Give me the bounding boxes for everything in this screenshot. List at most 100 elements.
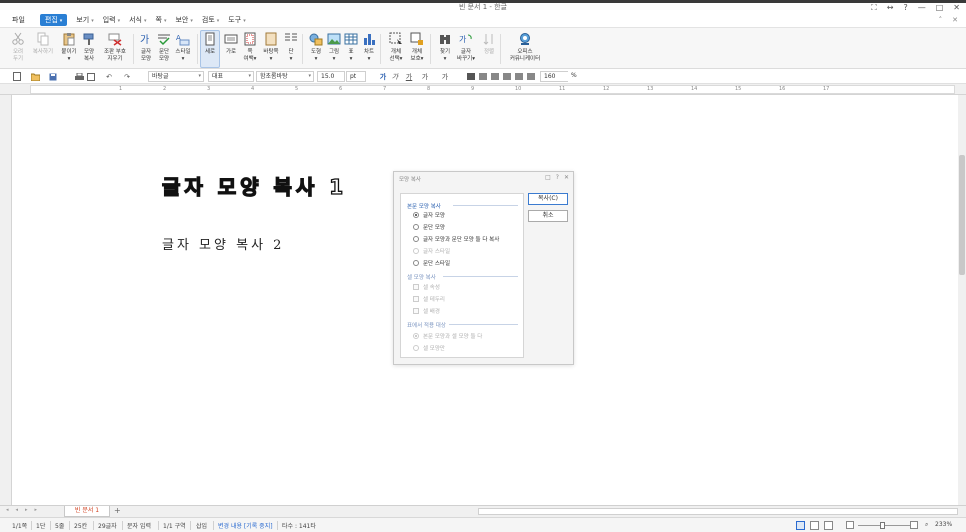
- cut-label: 오려 두기: [12, 49, 24, 62]
- horizontal-ruler[interactable]: 1 2 3 4 5 6 7 8 9 10 11 12 13 14 15 16 17: [0, 84, 966, 95]
- columns-button[interactable]: 단 ▾: [278, 31, 304, 63]
- close-doc-icon[interactable]: ✕: [952, 16, 958, 24]
- radio-button[interactable]: [413, 236, 419, 242]
- cancel-button[interactable]: 취소: [528, 210, 568, 222]
- undo-icon[interactable]: ↶: [104, 72, 114, 81]
- highlight-button[interactable]: 가: [440, 72, 450, 81]
- underline-button[interactable]: 가: [404, 72, 414, 81]
- font-unit-select[interactable]: pt: [346, 71, 366, 82]
- chart-button[interactable]: 차트 ▾: [356, 31, 382, 63]
- sort-button[interactable]: 정렬: [476, 31, 502, 56]
- italic-button[interactable]: 가: [390, 72, 400, 81]
- menu-format[interactable]: 서식 ▾: [129, 15, 146, 25]
- format-copy-button[interactable]: 모양 복사: [76, 31, 102, 63]
- divide-icon[interactable]: [526, 72, 536, 81]
- bold-button[interactable]: 가: [378, 72, 388, 81]
- next-tab-icon[interactable]: ▸: [25, 507, 28, 513]
- zoom-slider-handle[interactable]: [880, 522, 885, 529]
- fullscreen-icon[interactable]: ⛶: [871, 3, 877, 13]
- zoom-in-icon[interactable]: [910, 521, 918, 529]
- menu-file[interactable]: 파일: [12, 15, 25, 25]
- style-button[interactable]: A 스타일 ▾: [170, 31, 196, 63]
- help-icon[interactable]: ?: [903, 3, 907, 13]
- dialog-minimize-icon[interactable]: □: [545, 174, 551, 181]
- document-text-line-1[interactable]: 글자 모양 복사 1: [161, 171, 347, 200]
- status-divider: [190, 521, 191, 530]
- status-divider: [93, 521, 94, 530]
- status-insert-mode[interactable]: 삽입: [196, 521, 207, 530]
- redo-icon[interactable]: ↷: [122, 72, 132, 81]
- radio-button[interactable]: [413, 260, 419, 266]
- menu-security[interactable]: 보안 ▾: [175, 15, 192, 25]
- shape-label: 도형 ▾: [310, 49, 322, 62]
- distribute-icon[interactable]: [514, 72, 524, 81]
- last-tab-icon[interactable]: ▸: [35, 507, 38, 513]
- tab-document[interactable]: 빈 문서 1: [64, 506, 110, 517]
- menu-tools[interactable]: 도구 ▾: [228, 15, 245, 25]
- option-label: 셀 모양만: [423, 346, 445, 352]
- dialog-close-icon[interactable]: ✕: [564, 174, 569, 181]
- print-icon[interactable]: [74, 72, 84, 81]
- option-char-shape[interactable]: 글자 모양: [413, 211, 445, 219]
- font-select[interactable]: 함초롬바탕 ▾: [256, 71, 314, 82]
- page-view-icon[interactable]: [824, 521, 833, 530]
- dialog-title: 모양 복사: [399, 177, 421, 183]
- dialog-help-icon[interactable]: ?: [556, 174, 559, 181]
- portrait-button[interactable]: 세로: [200, 30, 220, 68]
- close-icon[interactable]: ✕: [953, 3, 960, 13]
- menu-view[interactable]: 보기 ▾: [76, 15, 93, 25]
- font-color-button[interactable]: 가: [420, 72, 430, 81]
- align-center-icon[interactable]: [502, 72, 512, 81]
- menu-review[interactable]: 검토 ▾: [202, 15, 219, 25]
- zoom-slider[interactable]: [858, 525, 912, 526]
- format-copy-label: 모양 복사: [83, 49, 95, 62]
- normal-view-icon[interactable]: [796, 521, 805, 530]
- font-kind-select[interactable]: 대표 ▾: [208, 71, 254, 82]
- minimize-icon[interactable]: —: [918, 3, 926, 13]
- prev-tab-icon[interactable]: ◂: [16, 507, 19, 513]
- menu-page[interactable]: 쪽 ▾: [156, 15, 167, 25]
- office-communicator-button[interactable]: 오피스 커뮤니케이터: [505, 31, 545, 63]
- style-select[interactable]: 바탕글 ▾: [148, 71, 204, 82]
- cut-button[interactable]: 오려 두기: [5, 31, 31, 63]
- radio-button[interactable]: [413, 212, 419, 218]
- align-justify-icon[interactable]: [466, 72, 476, 81]
- font-size-input[interactable]: 15.0: [317, 71, 345, 82]
- add-tab-button[interactable]: +: [114, 506, 121, 515]
- scrollbar-thumb[interactable]: [959, 155, 965, 275]
- vertical-scrollbar[interactable]: [958, 95, 966, 505]
- option-para-shape[interactable]: 문단 모양: [413, 223, 445, 231]
- document-text-line-2[interactable]: 글자 모양 복사 2: [162, 234, 284, 253]
- first-tab-icon[interactable]: ◂: [6, 507, 9, 513]
- line-spacing-unit-value: %: [571, 72, 577, 79]
- web-view-icon[interactable]: [810, 521, 819, 530]
- status-track-changes[interactable]: 변경 내용 [기록 중지]: [218, 521, 273, 530]
- open-folder-icon[interactable]: [30, 72, 40, 81]
- menu-insert[interactable]: 입력 ▾: [103, 15, 120, 25]
- copy-button[interactable]: 복사하기: [30, 31, 56, 56]
- horizontal-scrollbar[interactable]: [478, 508, 958, 515]
- radio-button[interactable]: [413, 224, 419, 230]
- vertical-ruler[interactable]: [0, 95, 12, 505]
- protect-object-button[interactable]: 개체 보호▾: [404, 31, 430, 63]
- option-both[interactable]: 글자 모양과 문단 모양 둘 다 복사: [413, 235, 499, 243]
- ruler-tick: 5: [295, 86, 299, 92]
- option-para-style[interactable]: 문단 스타일: [413, 259, 450, 267]
- maximize-icon[interactable]: □: [936, 3, 944, 13]
- align-right-icon[interactable]: [490, 72, 500, 81]
- zoom-out-icon[interactable]: [846, 521, 854, 529]
- line-spacing-input[interactable]: 160: [540, 71, 570, 82]
- new-doc-icon[interactable]: [12, 72, 22, 81]
- collapse-ribbon-icon[interactable]: ˄: [939, 16, 943, 24]
- save-icon[interactable]: [48, 72, 58, 81]
- ruler-tick: 14: [691, 86, 698, 92]
- copy-confirm-button[interactable]: 복사(C): [528, 193, 568, 205]
- menu-edit[interactable]: 편집 ▾: [39, 14, 68, 26]
- preview-icon[interactable]: [86, 72, 96, 81]
- remove-codes-button[interactable]: 조판 부호 지우기: [100, 31, 130, 63]
- magnifier-icon[interactable]: ⌕: [925, 521, 928, 529]
- resize-icon[interactable]: ↔: [887, 3, 894, 13]
- group-divider: [453, 205, 518, 206]
- status-zoom[interactable]: 233%: [935, 521, 952, 528]
- align-left-icon[interactable]: [478, 72, 488, 81]
